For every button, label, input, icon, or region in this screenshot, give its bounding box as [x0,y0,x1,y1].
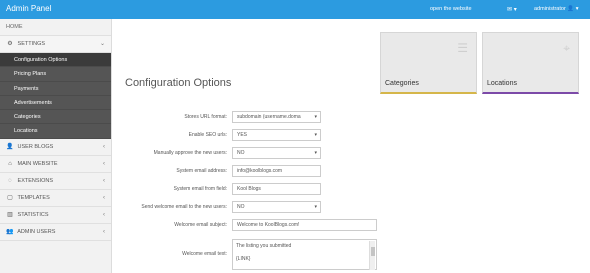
manual-approve-value: NO [237,150,245,156]
stores-url-format-label: Stores URL format: [184,114,227,120]
enable-seo-label: Enable SEO urls: [188,132,227,138]
sidebar-home-label: HOME [6,24,23,30]
top-navigation-bar: Admin Panel open the website ✉ ▾ adminis… [0,0,590,19]
chevron-left-icon: ‹ [103,211,105,218]
stores-url-format-row: Stores URL format: subdomain (username.d… [113,110,590,124]
welcome-text-line-1: The listing you submitted [236,243,292,249]
textarea-scrollbar[interactable] [369,241,375,270]
manual-approve-row: Manually approve the new users: NO ▾ [113,146,590,160]
system-email-input[interactable] [232,165,321,177]
sidebar-item-pricing-plans[interactable]: Pricing Plans [0,67,111,82]
welcome-text-label: Welcome email text: [182,251,227,257]
enable-seo-row: Enable SEO urls: YES ▾ [113,128,590,142]
welcome-text-row: Welcome email text: The listing you subm… [113,239,590,270]
sidebar-item-label: STATISTICS [17,211,49,218]
sidebar-item-admin-users[interactable]: 👥 ADMIN USERS ‹ [0,224,111,241]
page-title: Configuration Options [125,77,232,89]
extensions-icon: ◌ [8,177,12,184]
sidebar-item-extensions[interactable]: ◌ EXTENSIONS ‹ [0,173,111,190]
welcome-text-area[interactable]: The listing you submitted {LINK} [232,239,377,270]
sidebar: HOME ⚙ SETTINGS ⌄ Configuration Options … [0,19,112,273]
location-icon: ⌖ [563,41,570,55]
sidebar-item-payments[interactable]: Payments [0,81,111,96]
envelope-icon[interactable]: ✉ ▾ [507,6,517,13]
categories-card[interactable]: ☰ Categories [380,32,477,94]
chevron-down-icon: ▾ [314,114,317,120]
chevron-down-icon: ▾ [314,204,317,210]
sidebar-item-label: USER BLOGS [17,143,54,150]
send-welcome-row: Send welcome email to the new users: NO … [113,200,590,214]
chevron-down-icon: ⌄ [99,41,105,47]
sidebar-item-label: ADMIN USERS [17,228,56,235]
admin-user-menu[interactable]: administrator 👤 ▾ [534,6,578,12]
enable-seo-value: YES [237,132,248,138]
sidebar-item-user-blogs[interactable]: 👤 USER BLOGS ‹ [0,139,111,156]
chevron-down-icon: ▾ [314,150,317,156]
send-welcome-label: Send welcome email to the new users: [141,204,227,210]
chevron-left-icon: ‹ [103,194,105,201]
send-welcome-value: NO [237,204,245,210]
locations-card-label: Locations [487,80,517,87]
system-email-from-input[interactable] [232,183,321,195]
gear-icon: ⚙ [7,41,13,47]
sidebar-item-templates[interactable]: ▢ TEMPLATES ‹ [0,190,111,207]
send-welcome-select[interactable]: NO ▾ [232,201,321,213]
home-icon: ⌂ [8,160,12,167]
sidebar-item-label: MAIN WEBSITE [17,160,58,167]
main-content: ☰ Categories ⌖ Locations Configuration O… [113,19,590,273]
sidebar-item-categories[interactable]: Categories [0,110,111,125]
chevron-left-icon: ‹ [103,228,105,235]
sidebar-item-label: EXTENSIONS [17,177,53,184]
sidebar-item-configuration-options[interactable]: Configuration Options [0,53,111,68]
chevron-down-icon: ▾ [314,132,317,138]
chevron-left-icon: ‹ [103,160,105,167]
welcome-subject-input[interactable] [232,219,377,231]
welcome-text-line-2: {LINK} [236,256,251,262]
sidebar-item-locations[interactable]: Locations [0,124,111,139]
system-email-from-label: System email from field: [173,186,227,192]
manual-approve-select[interactable]: NO ▾ [232,147,321,159]
sidebar-item-statistics[interactable]: ▥ STATISTICS ‹ [0,207,111,224]
chevron-left-icon: ‹ [103,143,105,150]
chevron-left-icon: ‹ [103,177,105,184]
template-icon: ▢ [7,194,13,201]
locations-card[interactable]: ⌖ Locations [482,32,579,94]
sidebar-item-main-website[interactable]: ⌂ MAIN WEBSITE ‹ [0,156,111,173]
administrator-label: administrator [534,6,566,12]
sidebar-settings[interactable]: ⚙ SETTINGS ⌄ [0,36,111,53]
textarea-scroll-thumb[interactable] [371,247,375,256]
welcome-subject-row: Welcome email subject: [113,218,590,232]
stores-url-format-select[interactable]: subdomain (username.doma ▾ [232,111,321,123]
user-icon: 👤 [6,143,14,150]
sidebar-item-label: TEMPLATES [17,194,50,201]
system-email-row: System email address: [113,164,590,178]
system-email-label: System email address: [176,168,227,174]
sidebar-item-advertisements[interactable]: Advertisements [0,95,111,111]
categories-card-label: Categories [385,80,419,87]
system-email-from-row: System email from field: [113,182,590,196]
enable-seo-select[interactable]: YES ▾ [232,129,321,141]
list-icon: ☰ [457,41,468,55]
admin-panel-title: Admin Panel [6,4,52,13]
chart-icon: ▥ [7,211,13,218]
user-icon: 👤 ▾ [567,6,579,12]
admin-users-icon: 👥 [6,228,14,235]
open-website-link[interactable]: open the website [430,6,472,12]
stores-url-format-value: subdomain (username.doma [237,114,301,120]
sidebar-settings-label: SETTINGS [17,41,46,47]
manual-approve-label: Manually approve the new users: [153,150,227,156]
welcome-subject-label: Welcome email subject: [174,222,227,228]
sidebar-home[interactable]: HOME [0,19,111,36]
